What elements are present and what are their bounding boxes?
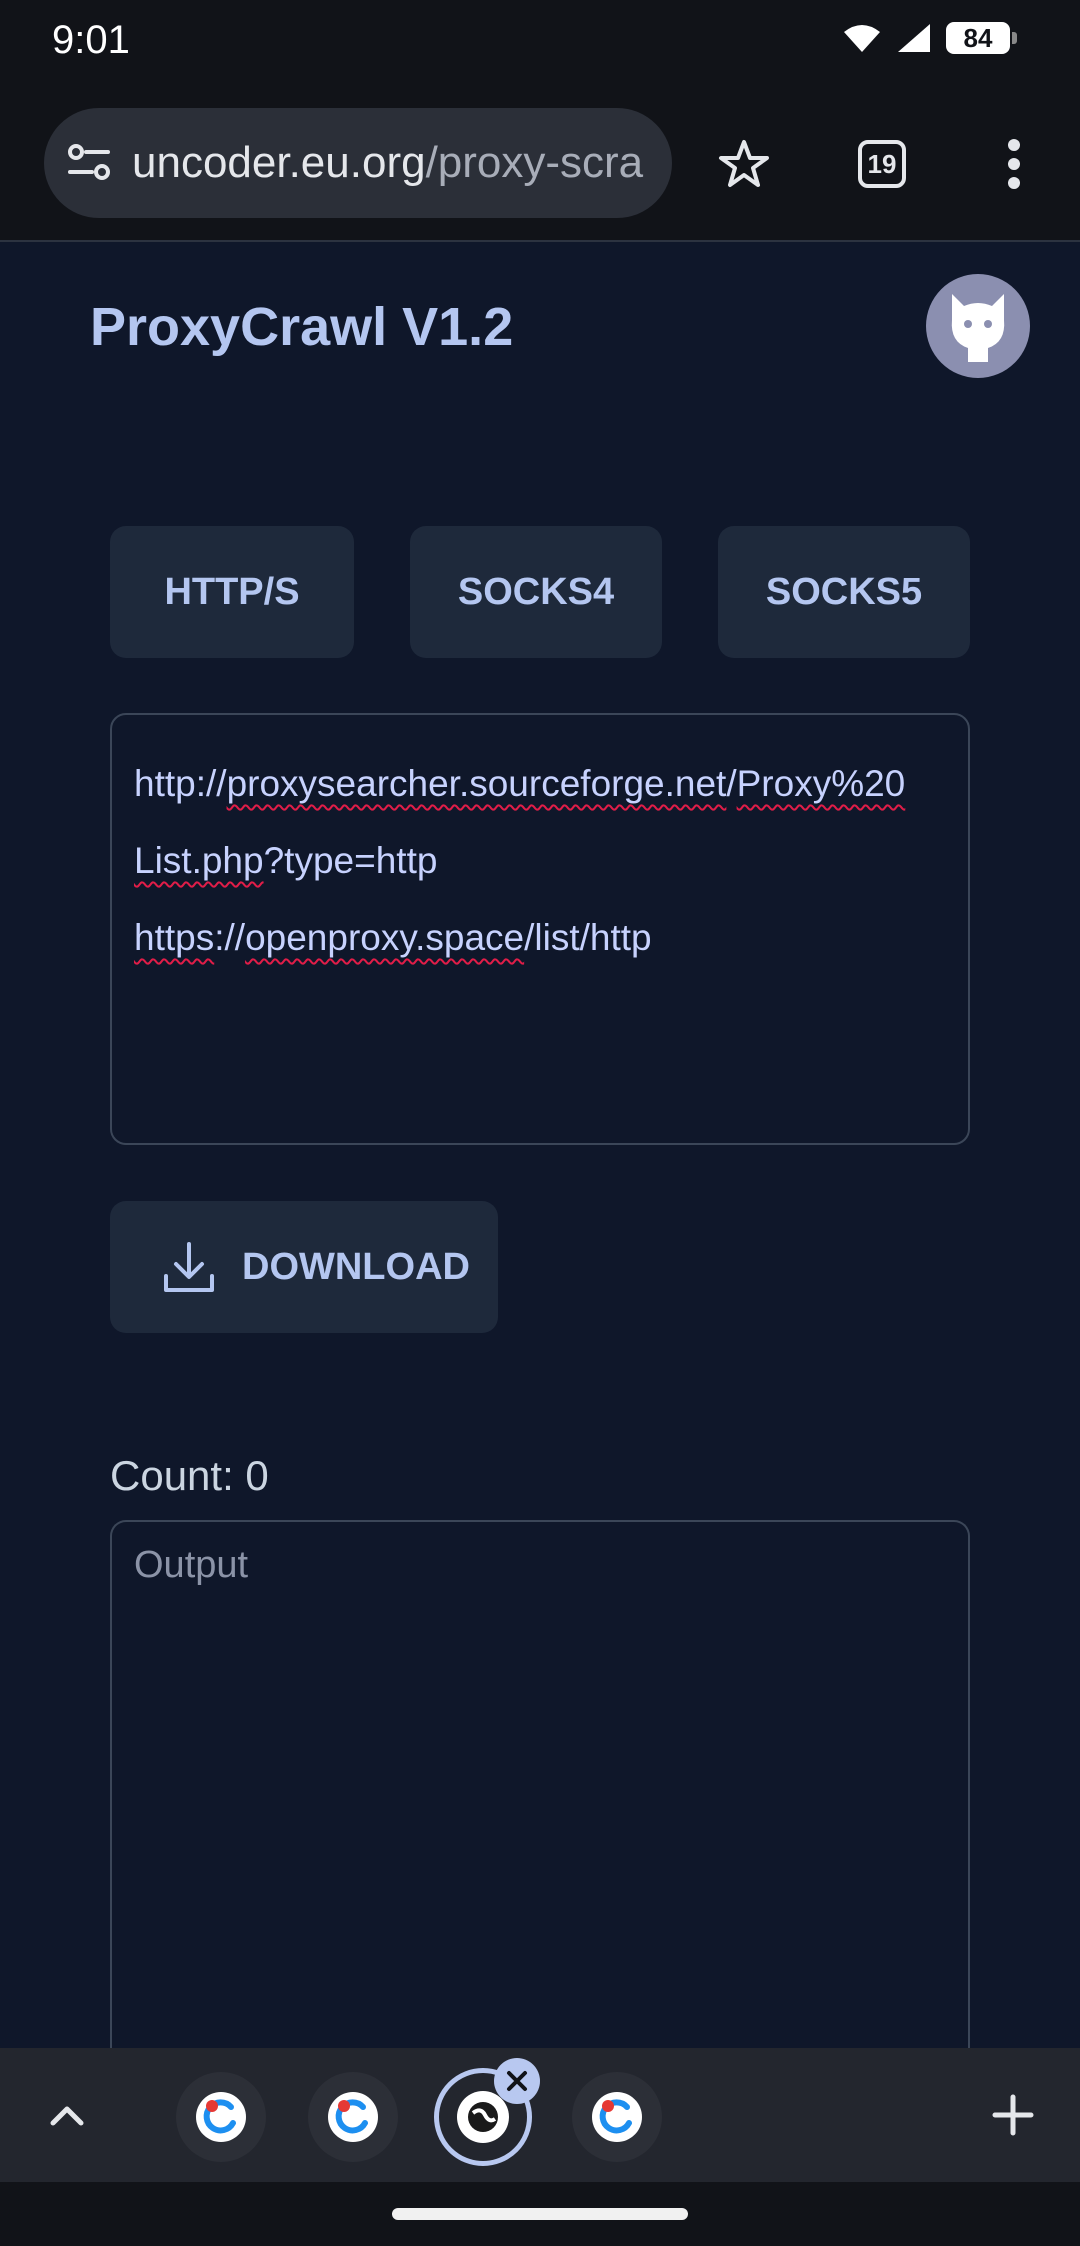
app-tab-icon bbox=[328, 2092, 378, 2142]
socks4-button[interactable]: SOCKS4 bbox=[410, 526, 662, 658]
tab-switcher-button[interactable]: 19 bbox=[842, 124, 922, 204]
tab-thumbnail[interactable] bbox=[308, 2072, 398, 2162]
new-tab-button[interactable] bbox=[974, 2076, 1052, 2154]
status-icons: 84 bbox=[842, 22, 1017, 54]
more-vert-icon bbox=[1008, 139, 1020, 189]
url-fragment: Proxy%20 bbox=[736, 763, 906, 804]
bookmark-button[interactable] bbox=[704, 124, 784, 204]
url-fragment: proxysearcher.sourceforge.net bbox=[226, 763, 727, 804]
app-tab-icon bbox=[196, 2092, 246, 2142]
url-fragment: List.php bbox=[134, 840, 264, 881]
home-indicator[interactable] bbox=[392, 2208, 688, 2220]
signal-icon bbox=[898, 24, 930, 52]
source-urls-textarea[interactable]: http://proxysearcher.sourceforge.net/Pro… bbox=[110, 713, 970, 1145]
url-fragment: ?type=http bbox=[263, 840, 438, 881]
url-path: /proxy-scra bbox=[425, 138, 644, 187]
status-bar: 9:01 84 bbox=[0, 0, 1080, 86]
download-icon bbox=[164, 1242, 214, 1292]
url-fragment: openproxy.space bbox=[245, 917, 525, 958]
http-button[interactable]: HTTP/S bbox=[110, 526, 354, 658]
close-icon bbox=[507, 2071, 527, 2091]
battery-indicator: 84 bbox=[946, 22, 1017, 54]
tab-strip bbox=[0, 2048, 1080, 2182]
url-host: uncoder.eu.org bbox=[132, 138, 426, 187]
source-line-1: http://proxysearcher.sourceforge.net/Pro… bbox=[134, 745, 946, 822]
count-label: Count: 0 bbox=[110, 1452, 269, 1499]
tab-thumbnail[interactable] bbox=[176, 2072, 266, 2162]
close-tab-button[interactable] bbox=[494, 2058, 540, 2104]
tab-count: 19 bbox=[858, 140, 906, 188]
expand-tabs-button[interactable] bbox=[28, 2076, 106, 2154]
url-text[interactable]: uncoder.eu.org/proxy-scra bbox=[132, 138, 652, 188]
tab-thumbnail[interactable] bbox=[572, 2072, 662, 2162]
source-line-3: https://openproxy.space/list/http bbox=[134, 899, 946, 976]
address-bar[interactable]: uncoder.eu.org/proxy-scra bbox=[44, 108, 672, 218]
output-textarea[interactable]: Output bbox=[110, 1520, 970, 2060]
star-icon bbox=[719, 140, 769, 187]
browser-toolbar: uncoder.eu.org/proxy-scra 19 bbox=[0, 86, 1080, 242]
site-settings-icon[interactable] bbox=[66, 140, 112, 186]
socks5-button[interactable]: SOCKS5 bbox=[718, 526, 970, 658]
wifi-icon bbox=[844, 25, 880, 52]
source-line-2: List.php?type=http bbox=[134, 822, 946, 899]
chevron-up-icon bbox=[50, 2106, 84, 2126]
github-link[interactable] bbox=[926, 274, 1030, 378]
url-fragment: / bbox=[726, 763, 737, 804]
output-placeholder: Output bbox=[134, 1544, 249, 1586]
url-fragment: https bbox=[134, 917, 215, 958]
plus-icon bbox=[992, 2094, 1034, 2136]
url-fragment: :// bbox=[214, 917, 246, 958]
url-fragment: /list/http bbox=[524, 917, 652, 958]
status-time: 9:01 bbox=[52, 18, 130, 62]
github-octocat-icon bbox=[951, 294, 1005, 362]
download-label: DOWNLOAD bbox=[242, 1245, 470, 1288]
download-button[interactable]: DOWNLOAD bbox=[110, 1201, 498, 1333]
url-fragment: http:// bbox=[134, 763, 227, 804]
more-menu-button[interactable] bbox=[974, 124, 1054, 204]
page-title: ProxyCrawl V1.2 bbox=[90, 297, 514, 357]
app-tab-icon bbox=[592, 2092, 642, 2142]
